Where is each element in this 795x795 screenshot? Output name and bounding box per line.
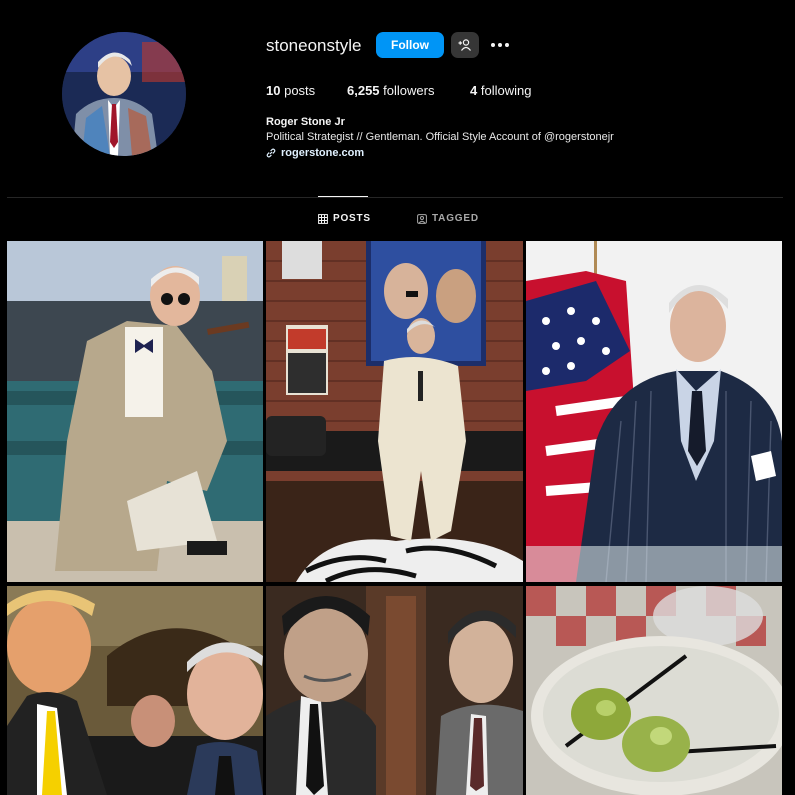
tab-posts[interactable]: POSTS [318, 213, 371, 224]
tag-icon [417, 213, 427, 224]
profile-link[interactable]: rogerstone.com [266, 147, 364, 159]
follow-button[interactable]: Follow [376, 32, 444, 58]
link-icon [266, 148, 276, 158]
more-icon [491, 43, 509, 47]
post-image [266, 586, 523, 795]
post-image [266, 241, 523, 582]
tab-tagged[interactable]: TAGGED [417, 213, 479, 224]
posts-count: 10 posts [266, 83, 316, 98]
post-thumbnail[interactable] [266, 586, 523, 795]
suggested-accounts-button[interactable] [451, 32, 479, 58]
post-thumbnail[interactable] [526, 241, 782, 582]
post-image [7, 586, 263, 795]
post-thumbnail[interactable] [266, 241, 523, 582]
avatar-image [62, 32, 186, 156]
active-tab-indicator [318, 196, 368, 197]
profile-avatar[interactable] [62, 32, 186, 156]
following-count[interactable]: 4 following [470, 83, 531, 98]
post-thumbnail[interactable] [7, 241, 263, 582]
tabs-divider [7, 197, 783, 198]
add-person-icon [458, 39, 471, 51]
tab-tagged-label: TAGGED [432, 213, 479, 224]
more-options-button[interactable] [488, 32, 512, 58]
profile-link-text: rogerstone.com [281, 147, 365, 159]
profile-username: stoneonstyle [266, 36, 362, 55]
post-thumbnail[interactable] [526, 586, 782, 795]
tab-posts-label: POSTS [333, 213, 371, 224]
post-image [526, 586, 782, 795]
post-thumbnail[interactable] [7, 586, 263, 795]
followers-count[interactable]: 6,255 followers [347, 83, 434, 98]
post-image [7, 241, 263, 582]
profile-bio: Political Strategist // Gentleman. Offic… [266, 131, 614, 143]
post-image [526, 241, 782, 582]
profile-full-name: Roger Stone Jr [266, 116, 345, 128]
grid-icon [318, 213, 328, 224]
